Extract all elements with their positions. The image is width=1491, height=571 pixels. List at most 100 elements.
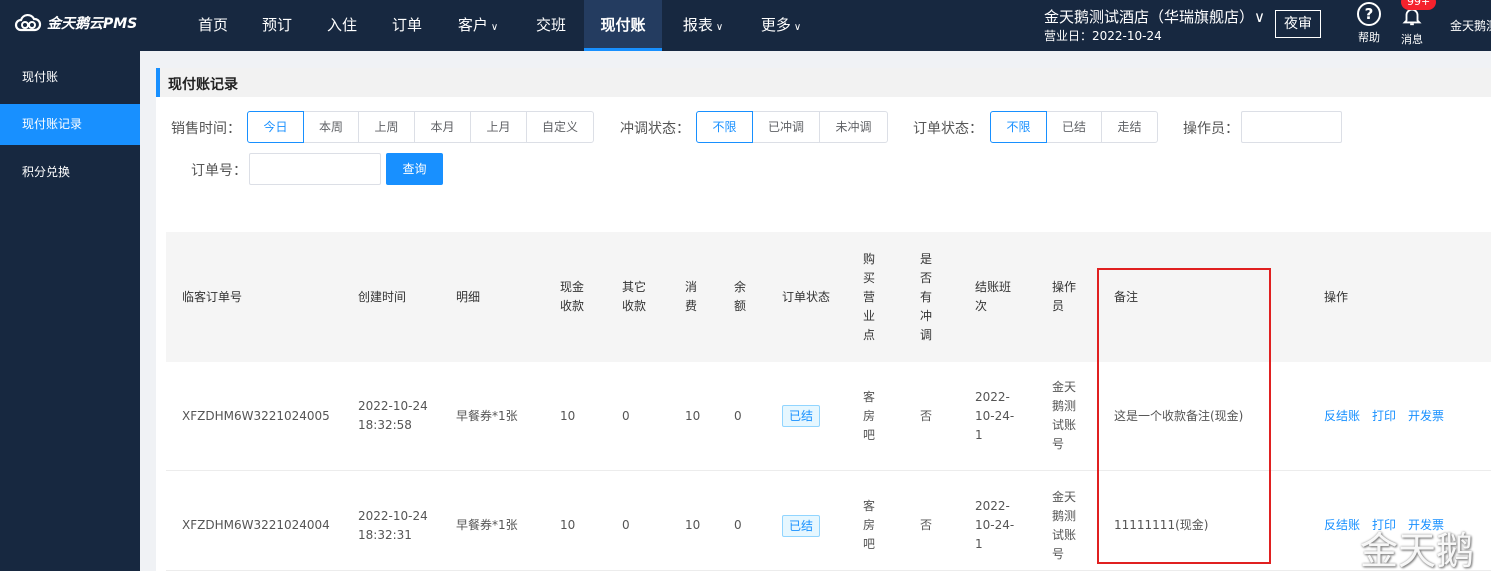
col-actions: 操作: [1324, 289, 1349, 304]
cell-cash: 10: [560, 408, 576, 423]
operator-input[interactable]: [1241, 111, 1342, 143]
status-badge: 已结: [782, 405, 821, 427]
order-status-label: 订单状态：: [913, 121, 983, 137]
section-header: 现付账记录: [156, 68, 1491, 97]
cell-operator: 金天鹅测试账号: [1052, 489, 1077, 561]
sale-time-today[interactable]: 今日: [247, 111, 304, 143]
nav-more-label: 更多: [760, 16, 791, 34]
query-button[interactable]: 查询: [386, 153, 443, 185]
order-status-filter: 不限 已结 走结: [990, 111, 1158, 143]
hotel-selector[interactable]: 金天鹅测试酒店（华瑞旗舰店）∨: [1044, 6, 1265, 27]
sidebar-item-cash-payment[interactable]: 现付账: [0, 57, 140, 98]
cell-adjusted: 否: [920, 518, 933, 532]
sale-time-this-month[interactable]: 本月: [414, 111, 471, 143]
status-badge: 已结: [782, 514, 821, 537]
sale-time-this-week[interactable]: 本周: [303, 111, 359, 143]
adjust-status-all[interactable]: 不限: [696, 111, 753, 143]
nav-booking[interactable]: 预订: [248, 0, 306, 51]
nav-cash-payment[interactable]: 现付账: [584, 0, 662, 51]
message-count-badge: 99+: [1401, 0, 1437, 10]
nav-orders[interactable]: 订单: [378, 0, 436, 51]
chevron-down-icon: ∨: [490, 22, 499, 33]
table-row: XFZDHM6W3221024005 2022-10-24 18:32:58 早…: [166, 362, 1491, 471]
col-shift: 结账班次: [975, 280, 1012, 313]
help-label: 帮助: [1358, 31, 1380, 44]
cell-status: 已结: [782, 476, 842, 571]
cell-consume: 10: [685, 518, 701, 532]
cell-created: 2022-10-24 18:32:31: [358, 508, 428, 542]
cell-balance: 0: [734, 408, 742, 423]
cell-shift: 2022-10-24-1: [975, 389, 1015, 442]
cell-remark: 11111111(现金): [1114, 518, 1209, 532]
nav-booking-label: 预订: [261, 16, 292, 34]
sidebar-item-points-redeem[interactable]: 积分兑换: [0, 152, 140, 193]
sale-time-custom[interactable]: 自定义: [526, 111, 594, 143]
logo-text: 金天鹅云PMS: [47, 16, 138, 32]
adjust-status-not-adjusted[interactable]: 未冲调: [819, 111, 888, 143]
main-content: 现付账记录 销售时间： 今日 本周 上周 本月 上月 自定义 冲调状态： 不限 …: [140, 51, 1491, 571]
order-no-input[interactable]: [249, 153, 381, 185]
cell-status: 已结: [782, 362, 842, 470]
reverse-checkout-link[interactable]: 反结账: [1324, 516, 1360, 535]
sale-time-last-week[interactable]: 上周: [358, 111, 415, 143]
nav-more[interactable]: 更多 ∨: [746, 0, 816, 51]
cell-point: 客房吧: [863, 389, 876, 442]
nav-customer-label: 客户: [457, 16, 488, 34]
night-audit-button[interactable]: 夜审: [1275, 10, 1321, 38]
nav-checkin[interactable]: 入住: [313, 0, 371, 51]
page-title: 现付账记录: [168, 77, 238, 93]
order-status-walkout[interactable]: 走结: [1101, 111, 1158, 143]
print-link[interactable]: 打印: [1372, 407, 1396, 426]
cell-actions: 反结账 打印 开发票: [1324, 362, 1491, 470]
order-status-settled[interactable]: 已结: [1046, 111, 1102, 143]
sale-time-filter: 今日 本周 上周 本月 上月 自定义: [247, 111, 594, 143]
cell-consume: 10: [685, 408, 701, 423]
brand-logo[interactable]: 金天鹅云PMS: [14, 13, 137, 33]
nav-customer[interactable]: 客户 ∨: [443, 0, 513, 51]
cell-cash: 10: [560, 518, 576, 532]
adjust-status-filter: 不限 已冲调 未冲调: [696, 111, 888, 143]
cell-other: 0: [622, 518, 630, 532]
nav-cash-payment-label: 现付账: [600, 16, 646, 34]
invoice-link[interactable]: 开发票: [1408, 407, 1444, 426]
nav-reports[interactable]: 报表 ∨: [668, 0, 738, 51]
user-name[interactable]: 金天鹅测: [1450, 17, 1491, 34]
help-button[interactable]: ? 帮助: [1354, 2, 1384, 45]
cell-detail: 早餐券*1张: [456, 518, 518, 532]
cell-shift: 2022-10-24-1: [975, 499, 1015, 551]
cloud-logo-icon: [14, 13, 42, 32]
reverse-checkout-link[interactable]: 反结账: [1324, 407, 1360, 426]
records-card: 现付账记录 销售时间： 今日 本周 上周 本月 上月 自定义 冲调状态： 不限 …: [156, 68, 1491, 571]
cell-adjusted: 否: [920, 408, 933, 423]
nav-home[interactable]: 首页: [184, 0, 242, 51]
col-detail: 明细: [456, 289, 481, 304]
nav-checkin-label: 入住: [326, 16, 357, 34]
chevron-down-icon: ∨: [715, 22, 724, 33]
sidebar-item-cash-payment-records[interactable]: 现付账记录: [0, 104, 140, 145]
sale-time-label: 销售时间：: [171, 121, 241, 137]
col-adjusted: 是否有冲调: [920, 251, 933, 342]
cell-order-no: XFZDHM6W3221024005: [182, 408, 330, 423]
sidebar-item-label: 积分兑换: [22, 165, 71, 179]
cell-point: 客房吧: [863, 499, 876, 551]
col-point: 购买营业点: [863, 251, 876, 342]
adjust-status-label: 冲调状态：: [620, 121, 690, 137]
sale-time-last-month[interactable]: 上月: [470, 111, 527, 143]
cell-balance: 0: [734, 518, 742, 532]
col-status: 订单状态: [782, 289, 831, 304]
help-icon: ?: [1357, 2, 1381, 26]
col-consume: 消费: [685, 280, 698, 313]
sidebar: 现付账 现付账记录 积分兑换: [0, 51, 140, 571]
sidebar-item-label: 现付账记录: [22, 117, 83, 131]
sidebar-item-label: 现付账: [22, 70, 59, 84]
col-balance: 余额: [734, 280, 747, 313]
col-other: 其它收款: [622, 280, 647, 313]
cell-detail: 早餐券*1张: [456, 408, 518, 423]
watermark: 金天鹅: [1360, 529, 1475, 571]
col-operator: 操作员: [1052, 280, 1077, 313]
nav-shift[interactable]: 交班: [521, 0, 581, 51]
order-status-all[interactable]: 不限: [990, 111, 1047, 143]
col-cash: 现金收款: [560, 280, 585, 313]
adjust-status-adjusted[interactable]: 已冲调: [752, 111, 820, 143]
cell-created: 2022-10-24 18:32:58: [358, 399, 428, 432]
